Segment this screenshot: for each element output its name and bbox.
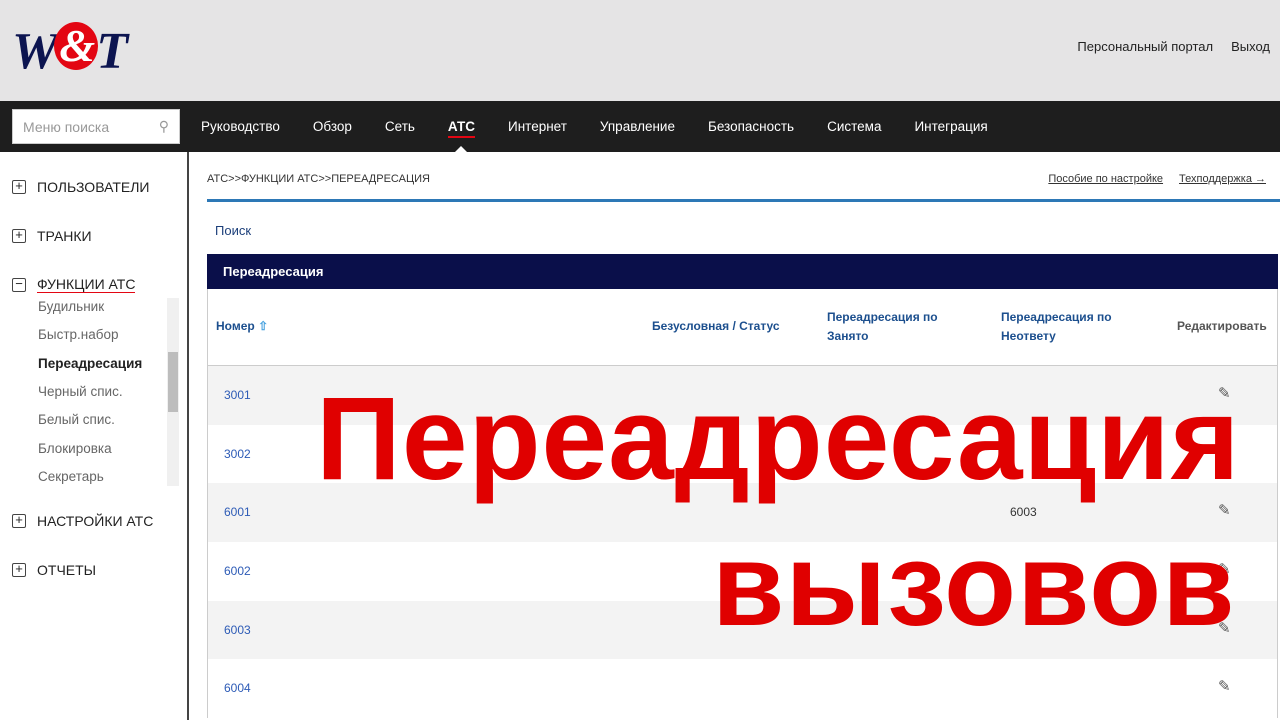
sidebar: + ПОЛЬЗОВАТЕЛИ + ТРАНКИ − ФУНКЦИИ АТС Будил… <box>0 152 189 720</box>
support-link[interactable]: Техподдержка → <box>1179 173 1266 185</box>
nav-item[interactable]: Сеть <box>385 101 415 152</box>
collapse-icon: − <box>12 277 26 292</box>
sidebar-group[interactable]: + НАСТРОЙКИ АТС <box>12 513 153 529</box>
breadcrumb: АТС>>ФУНКЦИИ АТС>>ПЕРЕАДРЕСАЦИЯ <box>207 173 430 185</box>
nav-item[interactable]: Управление <box>600 101 675 152</box>
number-link[interactable]: 6001 <box>224 505 251 519</box>
table-row: 6004 ✎ <box>208 659 1277 718</box>
sidebar-group[interactable]: + ТРАНКИ <box>12 228 92 244</box>
expand-icon: + <box>12 179 26 194</box>
nav-item[interactable]: Система <box>827 101 881 152</box>
sidebar-subitem[interactable]: Будильник <box>38 299 104 314</box>
sidebar-subitem[interactable]: Черный спис. <box>38 384 123 399</box>
sidebar-group-open[interactable]: − ФУНКЦИИ АТС <box>12 276 136 293</box>
overlay-title-line1: Переадресация <box>316 373 1241 505</box>
col-unconditional: Безусловная / Статус <box>652 319 780 333</box>
nav-item[interactable]: Интеграция <box>914 101 987 152</box>
sidebar-subitem[interactable]: Быстр.набор <box>38 327 118 342</box>
overlay-title-line2: вызовов <box>712 519 1236 651</box>
expand-icon: + <box>12 513 26 528</box>
search-icon[interactable]: ⚲ <box>159 118 169 135</box>
col-edit: Редактировать <box>1177 319 1267 333</box>
logout-link[interactable]: Выход <box>1231 39 1270 54</box>
search-link[interactable]: Поиск <box>215 223 251 238</box>
expand-icon: + <box>12 228 26 243</box>
sidebar-subitem[interactable]: Блокировка <box>38 441 112 456</box>
sidebar-subitem[interactable]: Белый спис. <box>38 412 115 427</box>
nav-item[interactable]: Интернет <box>508 101 567 152</box>
number-link[interactable]: 3002 <box>224 447 251 461</box>
header: W&T Персональный портал Выход <box>0 0 1280 101</box>
col-noanswer: Переадресация по Неответу <box>1001 310 1112 343</box>
sort-asc-icon: ⇧ <box>258 319 269 333</box>
number-link[interactable]: 6003 <box>224 623 251 637</box>
main-nav: Меню поиска ⚲ Руководство Обзор Сеть АТС … <box>0 101 1280 152</box>
nav-item[interactable]: Руководство <box>201 101 280 152</box>
col-busy: Переадресация по Занято <box>827 310 938 343</box>
search-placeholder: Меню поиска <box>23 118 110 135</box>
nav-item-active[interactable]: АТС <box>447 101 476 152</box>
sidebar-subitem[interactable]: Секретарь <box>38 469 104 484</box>
divider <box>207 199 1280 202</box>
search-input[interactable]: Меню поиска ⚲ <box>12 109 180 144</box>
sidebar-group[interactable]: + ОТЧЕТЫ <box>12 562 96 578</box>
logo[interactable]: W&T <box>12 22 128 81</box>
number-link[interactable]: 3001 <box>224 388 251 402</box>
edit-icon[interactable]: ✎ <box>1218 677 1231 695</box>
panel-title: Переадресация <box>207 254 1278 289</box>
noanswer-value: 6003 <box>1010 505 1037 520</box>
col-number[interactable]: Номер ⇧ <box>216 317 268 336</box>
sidebar-subitem-active[interactable]: Переадресация <box>38 356 142 371</box>
table-header: Номер ⇧ Безусловная / Статус Переадресац… <box>208 289 1277 366</box>
personal-portal-link[interactable]: Персональный портал <box>1077 39 1213 54</box>
nav-item[interactable]: Безопасность <box>708 101 794 152</box>
expand-icon: + <box>12 562 26 577</box>
nav-item[interactable]: Обзор <box>313 101 352 152</box>
scrollbar-thumb[interactable] <box>168 352 178 412</box>
sidebar-group[interactable]: + ПОЛЬЗОВАТЕЛИ <box>12 179 149 195</box>
number-link[interactable]: 6004 <box>224 681 251 695</box>
setup-guide-link[interactable]: Пособие по настройке <box>1048 173 1163 185</box>
number-link[interactable]: 6002 <box>224 564 251 578</box>
